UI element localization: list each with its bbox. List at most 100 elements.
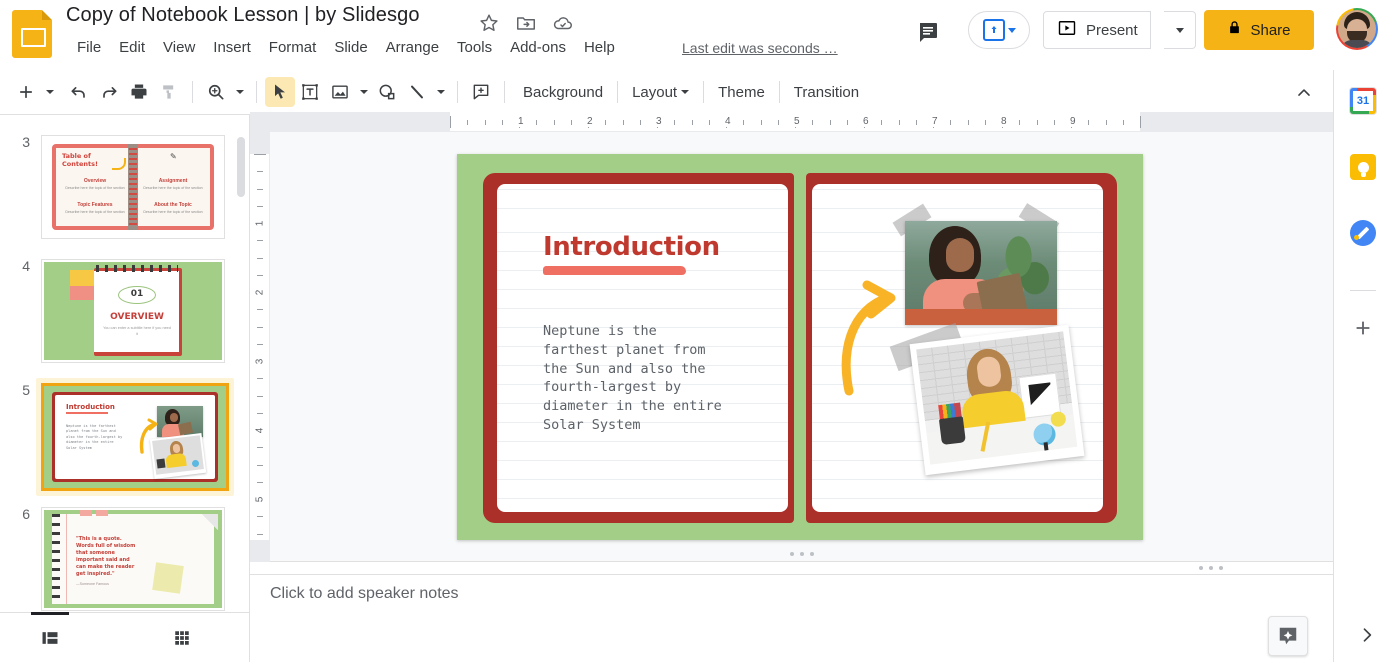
- menu-slide[interactable]: Slide: [325, 37, 376, 58]
- transition-button[interactable]: Transition: [784, 79, 869, 106]
- ruler-tick: [257, 464, 263, 466]
- filmstrip-view-button[interactable]: [30, 611, 70, 655]
- slide-body-text[interactable]: Neptune is the farthest planet from the …: [543, 322, 758, 435]
- print-button[interactable]: [124, 77, 154, 107]
- menu-insert[interactable]: Insert: [204, 37, 260, 58]
- grid-view-button[interactable]: [162, 621, 202, 655]
- thumb-attribution: —Someone Famous: [76, 582, 109, 586]
- layout-button[interactable]: Layout: [622, 79, 699, 106]
- slide-thumbnail[interactable]: 01 OVERVIEW You can enter a subtitle her…: [41, 259, 225, 363]
- menu-view[interactable]: View: [154, 37, 204, 58]
- menu-tools[interactable]: Tools: [448, 37, 501, 58]
- main-toolbar: Background Layout Theme Transition: [0, 70, 1333, 115]
- slide-canvas[interactable]: Introduction Neptune is the farthest pla…: [270, 132, 1333, 562]
- theme-button[interactable]: Theme: [708, 79, 775, 106]
- present-screen-icon: [1057, 18, 1077, 43]
- toolbar-divider: [617, 81, 619, 103]
- vertical-ruler[interactable]: 1 2 3 4 5: [250, 132, 270, 562]
- horizontal-ruler[interactable]: 1 2 3 4 5 6 7 8 9: [250, 112, 1333, 132]
- paint-format-button[interactable]: [154, 77, 184, 107]
- speaker-notes-area[interactable]: Click to add speaker notes: [250, 574, 1333, 662]
- ruler-tick: [639, 120, 641, 125]
- collapse-menus-button[interactable]: [1289, 78, 1319, 108]
- explore-button[interactable]: [1268, 616, 1308, 656]
- ruler-tick: [257, 395, 263, 397]
- filmstrip-slide-4[interactable]: 4 01 OVERVIEW You can enter a subtitle h…: [0, 254, 249, 368]
- google-keep-icon[interactable]: [1350, 154, 1376, 180]
- ruler-number: 2: [585, 116, 595, 127]
- insert-image-button[interactable]: [325, 77, 355, 107]
- select-tool-button[interactable]: [265, 77, 295, 107]
- ruler-tick: [881, 120, 883, 125]
- undo-button[interactable]: [64, 77, 94, 107]
- ruler-tick: [570, 120, 572, 125]
- redo-button[interactable]: [94, 77, 124, 107]
- zoom-dropdown[interactable]: [231, 77, 248, 107]
- photo-woman-reading[interactable]: [905, 221, 1057, 325]
- ruler-number: 4: [723, 116, 733, 127]
- present-to-meeting-button[interactable]: [968, 11, 1030, 49]
- slide-thumbnail[interactable]: Table of Contents! ✎ Overview Describe h…: [41, 135, 225, 239]
- get-addons-button[interactable]: [1348, 313, 1378, 343]
- ruler-tick: [257, 188, 263, 190]
- thumb-section-heading: Assignment: [158, 178, 188, 184]
- zoom-button[interactable]: [201, 77, 231, 107]
- ruler-tick: [1053, 120, 1055, 125]
- lock-icon: [1227, 20, 1242, 40]
- photo-student-desk[interactable]: [909, 324, 1085, 476]
- menu-edit[interactable]: Edit: [110, 37, 154, 58]
- star-icon[interactable]: [478, 12, 500, 34]
- new-slide-dropdown[interactable]: [41, 77, 58, 107]
- side-panel-rail: 31: [1333, 70, 1392, 662]
- menu-addons[interactable]: Add-ons: [501, 37, 575, 58]
- add-comment-button[interactable]: [466, 77, 496, 107]
- yellow-curved-arrow-icon: [841, 280, 896, 396]
- text-box-button[interactable]: [295, 77, 325, 107]
- present-button[interactable]: Present: [1043, 11, 1151, 49]
- background-button[interactable]: Background: [513, 79, 613, 106]
- slide-thumbnail[interactable]: Introduction Neptune is the farthest pla…: [41, 383, 229, 491]
- line-dropdown[interactable]: [432, 77, 449, 107]
- new-slide-button[interactable]: [11, 77, 41, 107]
- slide-thumbnail[interactable]: "This is a quote. Words full of wisdom t…: [41, 507, 225, 611]
- theme-label: Theme: [718, 83, 765, 101]
- filmstrip-view-toggle: [0, 611, 250, 662]
- filmstrip-scrollbar[interactable]: [237, 137, 245, 197]
- ruler-tick: [257, 447, 263, 449]
- present-options-button[interactable]: [1164, 11, 1196, 49]
- shape-button[interactable]: [372, 77, 402, 107]
- left-page-sheet: Introduction Neptune is the farthest pla…: [497, 184, 788, 512]
- speaker-notes-placeholder: Click to add speaker notes: [270, 585, 459, 602]
- cloud-saved-icon[interactable]: [552, 12, 574, 34]
- insert-image-dropdown[interactable]: [355, 77, 372, 107]
- selected-slide-wrap[interactable]: Introduction Neptune is the farthest pla…: [36, 378, 234, 496]
- slide-filmstrip[interactable]: 3 Table of Contents! ✎ Overview Describe…: [0, 115, 250, 612]
- notebook-right-page: [806, 173, 1117, 523]
- avatar[interactable]: [1336, 8, 1378, 50]
- current-slide[interactable]: Introduction Neptune is the farthest pla…: [457, 154, 1143, 540]
- notebook-left-page: Introduction Neptune is the farthest pla…: [483, 173, 794, 523]
- filmstrip-slide-6[interactable]: 6 "This is a quote. Words full of wisdom…: [0, 502, 249, 612]
- ruler-tick: [257, 205, 263, 207]
- line-button[interactable]: [402, 77, 432, 107]
- ruler-tick: [536, 120, 538, 125]
- last-edit-link[interactable]: Last edit was seconds …: [682, 40, 838, 56]
- slide-title[interactable]: Introduction: [543, 232, 720, 262]
- ruler-tick: [622, 120, 624, 125]
- menu-file[interactable]: File: [68, 37, 110, 58]
- google-tasks-icon[interactable]: [1350, 220, 1376, 246]
- filmstrip-slide-5[interactable]: 5 Introduction Neptune is the farthest p…: [0, 378, 249, 496]
- move-to-folder-icon[interactable]: [515, 12, 537, 34]
- thumb-section-body: Describe here the topic of the section: [143, 210, 203, 214]
- show-side-panel-button[interactable]: [1352, 620, 1382, 650]
- ruler-number: 6: [861, 116, 871, 127]
- menu-format[interactable]: Format: [260, 37, 326, 58]
- share-button[interactable]: Share: [1204, 10, 1314, 50]
- notes-resize-handle[interactable]: [270, 562, 1333, 574]
- document-title[interactable]: Copy of Notebook Lesson | by Slidesgo: [66, 4, 420, 27]
- filmstrip-slide-3[interactable]: 3 Table of Contents! ✎ Overview Describe…: [0, 130, 249, 244]
- menu-help[interactable]: Help: [575, 37, 624, 58]
- comment-history-button[interactable]: [910, 14, 946, 50]
- menu-arrange[interactable]: Arrange: [377, 37, 448, 58]
- google-calendar-icon[interactable]: 31: [1350, 88, 1376, 114]
